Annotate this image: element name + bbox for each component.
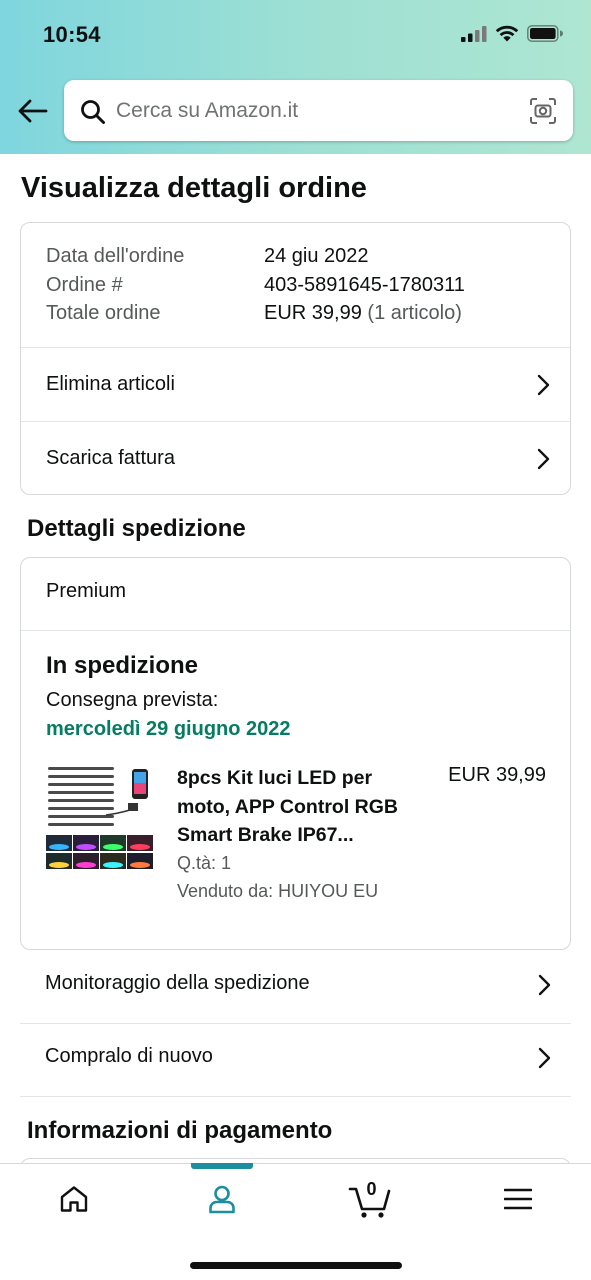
delete-items-row[interactable]: Elimina articoli	[21, 348, 570, 421]
status-icons	[461, 25, 563, 42]
product-image[interactable]	[46, 763, 153, 871]
product-title-line: 8pcs Kit luci LED per	[177, 767, 373, 789]
app-header: 10:54	[0, 0, 591, 154]
home-indicator	[190, 1262, 402, 1269]
cart-count: 0	[366, 1179, 377, 1199]
chevron-right-icon	[538, 974, 551, 996]
chevron-right-icon	[537, 448, 550, 469]
payment-section-title: Informazioni di pagamento	[27, 1117, 333, 1144]
wifi-icon	[495, 25, 519, 42]
search-icon	[81, 100, 105, 124]
product-title-line: moto, APP Control RGB	[177, 795, 398, 818]
camera-scan-icon[interactable]	[529, 97, 557, 125]
order-info-values: 24 giu 2022 403-5891645-1780311 EUR 39,9…	[264, 242, 465, 328]
shipment-card: Premium In spedizione Consegna prevista:…	[20, 557, 571, 950]
product-seller: Venduto da: HUIYOU EU	[177, 881, 379, 901]
order-total-label: Totale ordine	[46, 302, 161, 324]
tab-cart[interactable]: 0	[296, 1164, 443, 1234]
divider	[21, 630, 570, 631]
hamburger-menu-icon	[503, 1188, 532, 1210]
tab-account[interactable]	[148, 1164, 295, 1234]
chevron-right-icon	[537, 374, 550, 395]
delivery-estimate-label: Consegna prevista:	[46, 689, 219, 711]
search-input[interactable]	[116, 94, 516, 128]
cart-icon-wrap: 0	[348, 1179, 392, 1219]
order-item-count: (1 articolo)	[367, 302, 462, 324]
order-number-value: 403-5891645-1780311	[264, 273, 465, 296]
tab-menu[interactable]	[444, 1164, 591, 1234]
buy-again-label: Compralo di nuovo	[45, 1045, 213, 1067]
home-icon	[60, 1186, 87, 1212]
shipment-status: In spedizione	[46, 652, 199, 679]
battery-icon	[527, 25, 563, 42]
download-invoice-label: Scarica fattura	[46, 447, 175, 469]
chevron-right-icon	[538, 1047, 551, 1069]
signal-icon	[461, 25, 487, 42]
back-button[interactable]	[16, 94, 50, 128]
tab-home[interactable]	[0, 1164, 147, 1234]
product-title[interactable]: 8pcs Kit luci LED per moto, APP Control …	[177, 764, 427, 850]
buy-again-row[interactable]: Compralo di nuovo	[20, 1023, 571, 1096]
order-date-value: 24 giu 2022	[264, 245, 369, 267]
order-date-label: Data dell'ordine	[46, 245, 185, 267]
product-title-line: Smart Brake IP67...	[177, 824, 354, 846]
product-quantity: Q.tà: 1	[177, 853, 232, 873]
track-shipment-label: Monitoraggio della spedizione	[45, 972, 310, 994]
divider	[20, 1096, 571, 1097]
page-title: Visualizza dettagli ordine	[21, 172, 367, 204]
track-shipment-row[interactable]: Monitoraggio della spedizione	[20, 950, 571, 1023]
order-summary-card: Data dell'ordine Ordine # Totale ordine …	[20, 222, 571, 495]
product-price: EUR 39,99	[448, 764, 546, 786]
shipping-method: Premium	[46, 580, 127, 602]
shipment-section-title: Dettagli spedizione	[27, 515, 246, 542]
order-total-value: EUR 39,99 (1 articolo)	[264, 299, 465, 328]
order-total-amount: EUR 39,99	[264, 302, 362, 324]
order-info-labels: Data dell'ordine Ordine # Totale ordine	[46, 242, 184, 328]
order-number-label: Ordine #	[46, 273, 123, 296]
account-icon	[208, 1185, 235, 1214]
delivery-date: mercoledì 29 giugno 2022	[46, 718, 291, 740]
download-invoice-row[interactable]: Scarica fattura	[21, 422, 570, 494]
bottom-tab-bar: 0	[0, 1163, 591, 1280]
search-bar[interactable]	[64, 80, 573, 141]
delete-items-label: Elimina articoli	[46, 373, 175, 395]
back-arrow-icon	[18, 99, 48, 123]
status-time: 10:54	[43, 22, 101, 47]
